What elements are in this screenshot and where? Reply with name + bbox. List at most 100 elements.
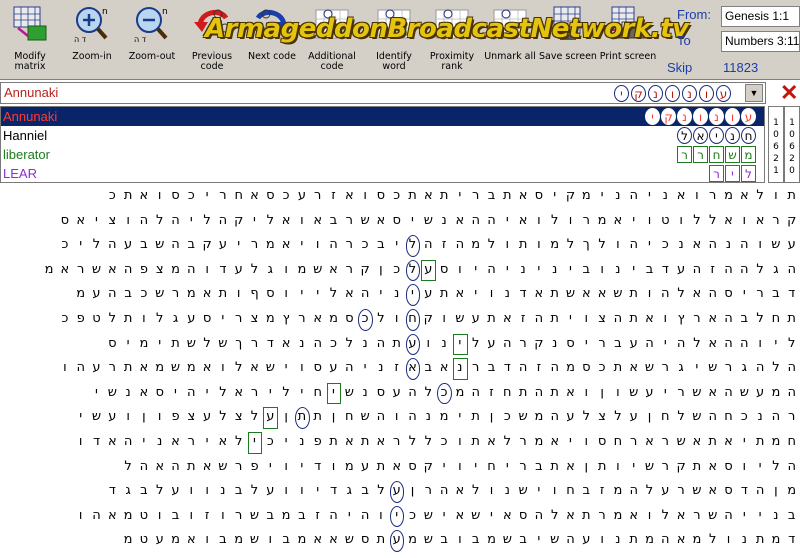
matrix-letter[interactable]: ל [279,381,294,405]
matrix-letter[interactable]: ר [626,430,641,454]
matrix-letter[interactable]: ר [753,282,768,306]
matrix-letter[interactable]: מ [184,356,199,380]
matrix-letter[interactable]: ר [105,356,120,380]
matrix-letter[interactable]: א [737,184,752,208]
matrix-letter[interactable]: ס [531,184,546,208]
matrix-letter[interactable]: א [705,381,720,405]
matrix-letter[interactable]: ו [610,455,625,479]
matrix-letter[interactable]: ת [468,430,483,454]
matrix-letter[interactable]: ח [231,184,246,208]
matrix-letter[interactable]: נ [500,479,515,503]
matrix-letter[interactable]: ו [152,405,167,429]
matrix-letter[interactable]: ל [421,430,436,454]
matrix-letter[interactable]: מ [484,528,499,552]
matrix-letter[interactable]: ג [737,356,752,380]
term-row[interactable]: Annunaki י ק נ ו נ ו ע [1,107,764,126]
matrix-letter[interactable]: ל [373,479,388,503]
matrix-letter[interactable]: ה [531,381,546,405]
matrix-letter[interactable]: י [200,430,215,454]
matrix-letter[interactable]: י [310,479,325,503]
matrix-letter[interactable]: ל [642,479,657,503]
matrix-letter[interactable]: ה [753,356,768,380]
matrix-letter[interactable]: י [468,282,483,306]
matrix-letter[interactable]: מ [595,209,610,233]
matrix-letter[interactable]: ה [468,209,483,233]
matrix-letter[interactable]: ס [563,332,578,356]
matrix-letter[interactable]: ח [784,430,799,454]
matrix-letter[interactable]: ל [215,405,230,429]
matrix-letter[interactable]: ח [484,455,499,479]
matrix-letter[interactable]: פ [310,430,325,454]
matrix-letter[interactable]: ה [342,356,357,380]
matrix-letter[interactable]: ו [279,455,294,479]
matrix-letter[interactable]: ע [358,455,373,479]
matrix-letter[interactable]: ש [563,282,578,306]
matrix-letter[interactable]: ר [168,282,183,306]
zoom-out-button[interactable]: n ד ה Zoom-out [122,0,182,80]
matrix-letter[interactable]: י [626,209,641,233]
matrix-letter[interactable]: מ [563,356,578,380]
matrix-letter[interactable]: י [389,233,404,257]
matrix-letter[interactable]: ש [215,332,230,356]
matrix-letter[interactable]: ע [105,405,120,429]
matrix-letter[interactable]: ס [721,479,736,503]
matrix-letter[interactable]: ת [326,430,341,454]
matrix-letter[interactable]: ש [737,381,752,405]
matrix-letter[interactable]: י [279,430,294,454]
matrix-letter[interactable]: ש [705,504,720,528]
matrix-letter[interactable]: ה [73,356,88,380]
matrix-letter[interactable]: ל [689,209,704,233]
matrix-letter[interactable]: ת [705,430,720,454]
matrix-letter[interactable]: ע [200,405,215,429]
matrix-letter[interactable]: ן [768,479,783,503]
matrix-letter[interactable]: ן [642,405,657,429]
matrix-letter[interactable]: ס [389,209,404,233]
matrix-letter[interactable]: א [105,258,120,282]
matrix-letter[interactable]: י [500,258,515,282]
matrix-letter[interactable]: ר [516,332,531,356]
matrix-letter[interactable]: ע [753,381,768,405]
matrix-letter[interactable]: ר [342,258,357,282]
matrix-letter[interactable]: נ [500,282,515,306]
matrix-letter[interactable]: ש [468,504,483,528]
matrix-letter[interactable]: ו [57,356,72,380]
matrix-letter[interactable]: ל [200,209,215,233]
matrix-letter[interactable]: ת [184,455,199,479]
matrix-letter[interactable]: ח [658,405,673,429]
matrix-letter[interactable]: ח [721,405,736,429]
matrix-letter[interactable]: ס [437,258,452,282]
matrix-letter[interactable]: ר [595,504,610,528]
matrix-letter[interactable]: ס [405,455,420,479]
matrix-letter[interactable]: ת [547,307,562,331]
matrix-letter[interactable]: ה [105,233,120,257]
matrix-letter[interactable]: ו [674,209,689,233]
matrix-letter[interactable]: ש [168,356,183,380]
matrix-letter[interactable]: ש [689,381,704,405]
matrix-letter[interactable]: י [737,430,752,454]
matrix-letter[interactable]: ו [500,233,515,257]
matrix-letter[interactable]: ת [468,405,483,429]
matrix-letter[interactable]: י [168,381,183,405]
matrix-letter[interactable]: ל [152,209,167,233]
matrix-letter[interactable]: ב [642,258,657,282]
matrix-letter[interactable]: ך [231,332,246,356]
matrix-letter[interactable]: ד [89,430,104,454]
matrix-letter[interactable]: ת [168,332,183,356]
matrix-letter[interactable]: ל [405,430,420,454]
matrix-letter[interactable]: א [279,332,294,356]
matrix-letter[interactable]: ה [184,258,199,282]
matrix-letter[interactable]: ל [547,504,562,528]
matrix-letter[interactable]: ל [421,381,436,405]
matrix-letter[interactable]: מ [531,405,546,429]
matrix-letter[interactable]: ר [247,381,262,405]
matrix-letter[interactable]: ה [705,405,720,429]
matrix-letter[interactable]: י [73,233,88,257]
matrix-letter[interactable]: א [595,282,610,306]
matrix-letter[interactable]: י [531,528,546,552]
matrix-letter[interactable]: י [437,504,452,528]
matrix-letter[interactable]: א [563,381,578,405]
matrix-letter[interactable]: ל [231,356,246,380]
matrix-letter[interactable]: מ [342,455,357,479]
matrix-letter[interactable]: ע [468,307,483,331]
chevron-down-icon[interactable]: ▼ [745,84,763,102]
